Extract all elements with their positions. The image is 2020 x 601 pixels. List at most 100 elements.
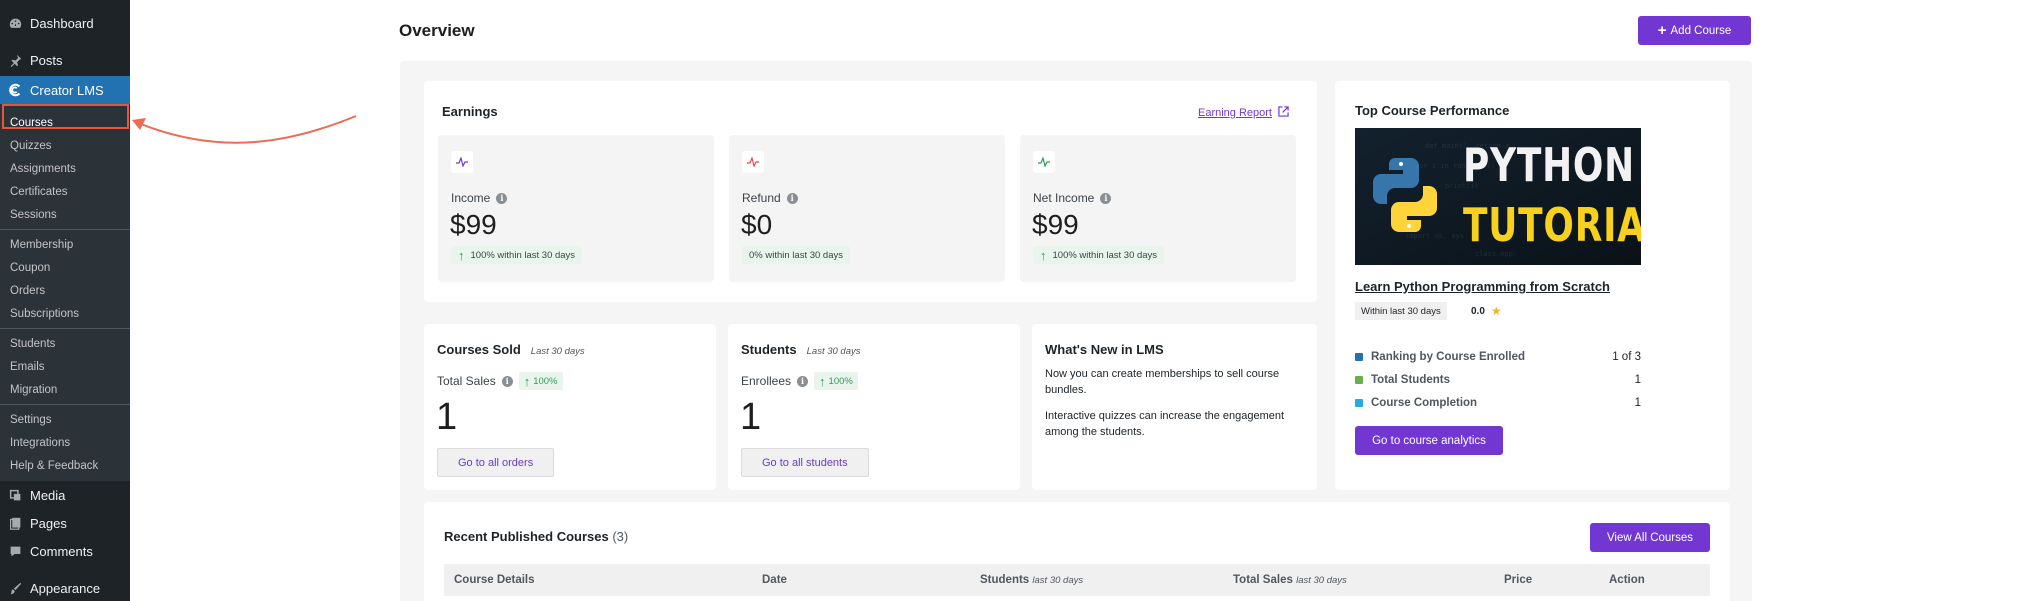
submenu-coupon[interactable]: Coupon [0,256,130,279]
enrollees-label: Enrollees [741,374,792,388]
legend-square [1355,376,1363,384]
refund-change-badge: 0% within last 30 days [742,246,850,264]
earnings-card: Earnings Earning Report Income i $99 ↑ 1… [424,81,1317,302]
info-icon[interactable]: i [1100,192,1112,204]
recent-courses-label: Recent Published Courses [444,529,609,544]
whats-new-title: What's New in LMS [1045,342,1164,357]
net-income-label-row: Net Income i [1033,191,1112,205]
courses-sold-period: Last 30 days [530,346,585,357]
total-sales-pct-badge: ↑ 100% [518,372,563,390]
refund-pulse-icon [742,151,764,173]
media-icon [8,488,22,502]
star-icon: ★ [1490,304,1502,318]
recent-courses-count: (3) [612,529,629,544]
earning-report-link[interactable]: Earning Report [1198,106,1289,120]
submenu-integrations[interactable]: Integrations [0,431,130,454]
brush-icon [8,581,22,595]
menu-comments[interactable]: Comments [0,537,130,565]
info-icon[interactable]: i [797,375,809,387]
refund-label: Refund [742,191,781,205]
go-to-all-orders-button[interactable]: Go to all orders [437,448,555,477]
metric-value: 1 of 3 [1612,351,1641,363]
within-period-badge: Within last 30 days [1355,302,1447,320]
submenu-certificates[interactable]: Certificates [0,180,130,203]
courses-highlight-box [2,104,129,129]
menu-dashboard[interactable]: Dashboard [0,9,130,37]
net-income-label: Net Income [1033,191,1095,205]
pin-icon [8,53,22,67]
submenu-emails[interactable]: Emails [0,355,130,378]
submenu-orders[interactable]: Orders [0,279,130,302]
courses-sold-card: Courses Sold Last 30 days Total Sales i … [424,324,716,490]
add-course-button[interactable]: + Add Course [1638,16,1751,45]
courses-sold-title: Courses Sold [437,342,521,357]
thumbnail-title-line1: PYTHON [1463,138,1636,192]
thumbnail-title-line2: TUTORIAL [1463,198,1641,252]
menu-label: Dashboard [30,15,94,31]
menu-pages[interactable]: Pages [0,509,130,537]
income-stat: Income i $99 ↑ 100% within last 30 days [438,135,714,282]
menu-label: Media [30,487,66,503]
go-to-all-students-button[interactable]: Go to all students [741,448,869,477]
course-title-link[interactable]: Learn Python Programming from Scratch [1355,279,1610,294]
submenu-divider [0,229,130,230]
creator-lms-icon [8,83,22,97]
metric-value: 1 [1634,374,1641,386]
col-students: Students last 30 days [980,574,1083,586]
dashboard-icon [8,16,22,30]
arrow-up-icon: ↑ [819,373,826,389]
submenu-subscriptions[interactable]: Subscriptions [0,302,130,325]
income-label-row: Income i [451,191,508,205]
students-value: 1 [740,396,762,438]
pages-icon [8,516,22,530]
submenu-assignments[interactable]: Assignments [0,157,130,180]
net-income-value: $99 [1032,209,1079,240]
page-title: Overview [399,21,475,40]
view-all-courses-button[interactable]: View All Courses [1590,523,1710,552]
menu-label: Creator LMS [30,82,104,98]
menu-appearance[interactable]: Appearance [0,574,130,601]
net-income-stat: Net Income i $99 ↑ 100% within last 30 d… [1020,135,1296,282]
submenu-migration[interactable]: Migration [0,378,130,401]
legend-square [1355,353,1363,361]
submenu-help-feedback[interactable]: Help & Feedback [0,454,130,477]
refund-value: $0 [741,209,773,240]
total-sales-pct: 100% [533,375,558,387]
submenu-sessions[interactable]: Sessions [0,203,130,226]
net-income-change-badge: ↑ 100% within last 30 days [1033,246,1165,264]
menu-creator-lms[interactable]: Creator LMS [0,76,130,104]
course-analytics-button[interactable]: Go to course analytics [1355,426,1503,455]
menu-media[interactable]: Media [0,481,130,509]
menu-posts[interactable]: Posts [0,46,130,74]
refund-label-row: Refund i [742,191,798,205]
income-pulse-icon [451,151,473,173]
total-sales-row: Total Sales i ↑ 100% [437,372,563,390]
menu-label: Appearance [30,580,101,596]
menu-label: Posts [30,52,63,68]
submenu-students[interactable]: Students [0,332,130,355]
info-icon[interactable]: i [786,192,798,204]
metric-total-students: Total Students 1 [1355,374,1641,386]
courses-table-header: Course Details Date Students last 30 day… [444,564,1710,596]
lms-submenu: Courses Quizzes Assignments Certificates… [0,104,130,481]
submenu-settings[interactable]: Settings [0,408,130,431]
comment-icon [8,544,22,558]
enrollees-pct-badge: ↑ 100% [814,372,858,390]
arrow-up-icon: ↑ [458,247,465,263]
net-income-change: 100% within last 30 days [1052,249,1158,261]
course-thumbnail[interactable]: def main(): return x for i in range(10): … [1355,128,1641,265]
info-icon[interactable]: i [496,192,508,204]
metric-label: Course Completion [1371,397,1478,409]
earnings-title: Earnings [442,104,498,119]
submenu-quizzes[interactable]: Quizzes [0,134,130,157]
arrow-up-icon: ↑ [1040,247,1047,263]
courses-sold-title-row: Courses Sold Last 30 days [437,342,585,357]
submenu-membership[interactable]: Membership [0,233,130,256]
col-students-label: Students [980,574,1030,586]
metric-value: 1 [1634,397,1641,409]
col-action: Action [1609,574,1645,586]
svg-text:import os, sys: import os, sys [1405,232,1464,240]
submenu-divider [0,328,130,329]
info-icon[interactable]: i [501,375,513,387]
metric-label: Total Students [1371,374,1451,386]
